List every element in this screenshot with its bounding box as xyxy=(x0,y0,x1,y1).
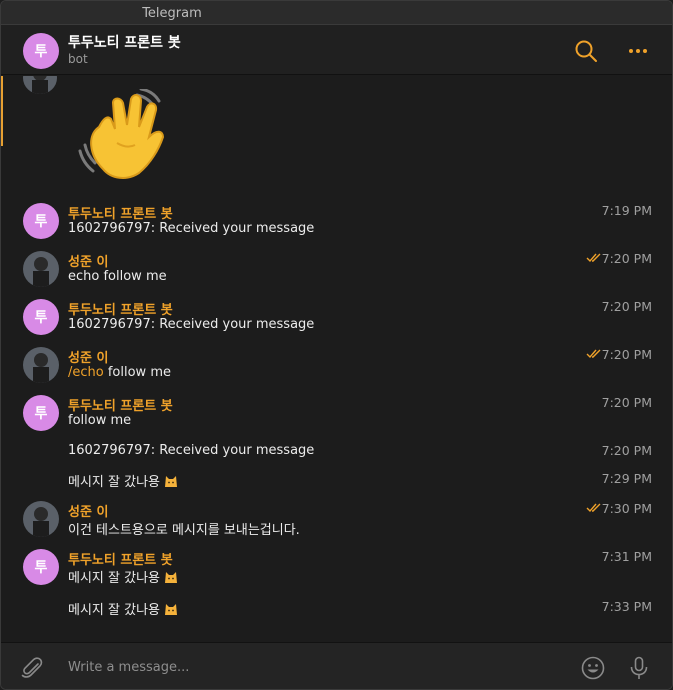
chat-avatar[interactable]: 투 xyxy=(23,33,59,69)
bot-avatar[interactable]: 투 xyxy=(23,203,59,239)
message-sender[interactable]: 성준 이 xyxy=(68,251,108,270)
message-list[interactable]: 투 투두노티 프론트 봇 1602796797: Received your m… xyxy=(1,76,672,642)
message-text: /echo follow me xyxy=(68,365,171,380)
unread-marker xyxy=(1,76,3,146)
message-time: 7:19 PM xyxy=(601,203,652,218)
message-text-body: 메시지 잘 갔나용 xyxy=(68,603,160,618)
message-text: 메시지 잘 갔나용 xyxy=(68,599,178,618)
more-menu-icon[interactable] xyxy=(625,38,651,64)
read-checkmarks-icon xyxy=(586,349,601,359)
emoji-icon[interactable] xyxy=(580,655,606,681)
message-time: 7:20 PM xyxy=(601,251,652,266)
message-sender[interactable]: 성준 이 xyxy=(68,347,108,366)
waving-hand-sticker[interactable] xyxy=(77,89,177,189)
bot-avatar[interactable]: 투 xyxy=(23,395,59,431)
bot-avatar[interactable]: 투 xyxy=(23,299,59,335)
paperclip-icon[interactable] xyxy=(19,655,45,681)
chat-status: bot xyxy=(68,52,88,66)
user-avatar[interactable] xyxy=(23,251,59,287)
bot-avatar[interactable]: 투 xyxy=(23,549,59,585)
message-text: 1602796797: Received your message xyxy=(68,443,315,458)
message-sender[interactable]: 성준 이 xyxy=(68,501,108,520)
telegram-window: Telegram 투 투두노티 프론트 봇 bot 투 투두노티 프론트 봇 1… xyxy=(0,0,673,690)
message-text: follow me xyxy=(68,413,132,428)
read-checkmarks-icon xyxy=(586,503,601,513)
message-composer: Write a message... xyxy=(1,642,672,689)
user-avatar[interactable] xyxy=(23,347,59,383)
microphone-icon[interactable] xyxy=(626,655,652,681)
search-icon[interactable] xyxy=(573,38,599,64)
message-text: 메시지 잘 갔나용 xyxy=(68,471,178,490)
message-text: 메시지 잘 갔나용 xyxy=(68,567,178,586)
message-time: 7:33 PM xyxy=(601,599,652,614)
message-text-rest: follow me xyxy=(103,365,171,380)
message-text: echo follow me xyxy=(68,269,167,284)
message-sender[interactable]: 투두노티 프론트 봇 xyxy=(68,299,173,318)
message-sender[interactable]: 투두노티 프론트 봇 xyxy=(68,203,173,222)
message-text: 이건 테스트용으로 메시지를 보내는겁니다. xyxy=(68,523,300,538)
read-checkmarks-icon xyxy=(586,253,601,263)
message-time: 7:29 PM xyxy=(601,471,652,486)
message-sender[interactable]: 투두노티 프론트 봇 xyxy=(68,549,173,568)
bot-command-link[interactable]: /echo xyxy=(68,365,104,380)
message-time: 7:30 PM xyxy=(601,501,652,516)
message-time: 7:20 PM xyxy=(601,347,652,362)
chat-name[interactable]: 투두노티 프론트 봇 xyxy=(68,32,181,52)
cat-face-icon xyxy=(165,476,177,487)
message-time: 7:20 PM xyxy=(601,443,652,458)
message-input[interactable]: Write a message... xyxy=(68,660,189,675)
message-time: 7:31 PM xyxy=(601,549,652,564)
message-time: 7:20 PM xyxy=(601,395,652,410)
message-text-body: 메시지 잘 갔나용 xyxy=(68,571,160,586)
cat-face-icon xyxy=(165,572,177,583)
window-title: Telegram xyxy=(142,6,202,21)
message-time: 7:20 PM xyxy=(601,299,652,314)
message-text-body: 메시지 잘 갔나용 xyxy=(68,475,160,490)
message-text: 1602796797: Received your message xyxy=(68,317,315,332)
cat-face-icon xyxy=(165,604,177,615)
message-sender[interactable]: 투두노티 프론트 봇 xyxy=(68,395,173,414)
title-bar: Telegram xyxy=(1,1,672,25)
message-text: 1602796797: Received your message xyxy=(68,221,315,236)
user-avatar[interactable] xyxy=(23,76,57,94)
chat-header: 투 투두노티 프론트 봇 bot xyxy=(1,25,672,75)
user-avatar[interactable] xyxy=(23,501,59,537)
